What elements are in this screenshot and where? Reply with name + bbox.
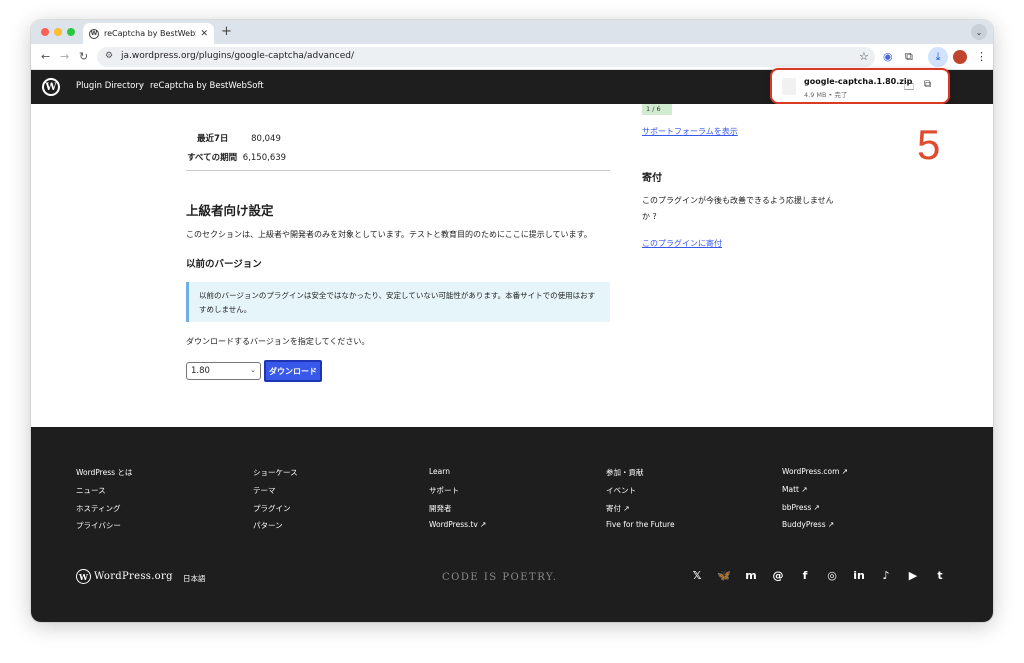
tagline: CODE IS POETRY. <box>442 572 558 583</box>
footer-link[interactable]: Learn <box>429 467 486 485</box>
footer-link[interactable]: プライバシー <box>76 520 132 538</box>
threads-icon[interactable]: @ <box>771 568 785 582</box>
footer-link[interactable]: ニュース <box>76 485 132 503</box>
stat-last7-value: 80,049 <box>251 134 281 144</box>
youtube-icon[interactable]: ▶ <box>906 568 920 582</box>
x-icon[interactable]: 𝕏 <box>690 568 704 582</box>
linkedin-icon[interactable]: in <box>852 568 866 582</box>
footer-link[interactable]: WordPress とは <box>76 467 132 485</box>
reload-icon[interactable]: ↻ <box>79 50 88 63</box>
footer-column-1: WordPress とは ニュース ホスティング プライバシー <box>76 467 132 538</box>
bluesky-icon[interactable]: 🦋 <box>717 568 731 582</box>
mastodon-icon[interactable]: m <box>744 568 758 582</box>
chevron-down-icon: ⌄ <box>250 366 256 374</box>
footer-link[interactable]: bbPress ↗ <box>782 503 848 521</box>
tab-recaptcha[interactable]: W reCaptcha by BestWebSoft (... ✕ <box>83 23 214 44</box>
stat-all: すべての期間 6,150,639 <box>187 151 286 163</box>
main-content: 最近7日 80,049 すべての期間 6,150,639 上級者向け設定 このセ… <box>31 104 993 427</box>
language-link[interactable]: 日本語 <box>183 573 206 584</box>
back-arrow-icon[interactable]: ← <box>41 50 50 63</box>
forward-arrow-icon[interactable]: → <box>60 50 69 63</box>
breadcrumb-separator: • <box>140 81 145 90</box>
footer-link[interactable]: BuddyPress ↗ <box>782 520 848 538</box>
stat-all-label: すべての期間 <box>187 153 238 163</box>
url-text[interactable]: ja.wordpress.org/plugins/google-captcha/… <box>121 51 354 61</box>
plugin-name-link[interactable]: reCaptcha by BestWebSoft <box>150 81 264 91</box>
download-button[interactable]: ダウンロード <box>264 360 322 382</box>
extensions-puzzle-icon[interactable]: ⧉ <box>905 50 913 64</box>
footer-link[interactable]: 寄付 ↗ <box>606 503 675 521</box>
wordpress-org-wordmark[interactable]: W WordPress.org <box>76 569 173 584</box>
step-number-annotation: 5 <box>917 121 941 168</box>
downloads-icon[interactable]: ⤓ <box>928 47 948 67</box>
wordpress-logo-icon[interactable]: W <box>42 78 60 96</box>
file-icon <box>782 78 796 95</box>
instagram-icon[interactable]: ◎ <box>825 568 839 582</box>
tumblr-icon[interactable]: t <box>933 568 947 582</box>
specify-version-text: ダウンロードするバージョンを指定してください。 <box>186 337 370 346</box>
close-window-button[interactable] <box>41 28 49 36</box>
wordpress-favicon-icon: W <box>89 28 99 39</box>
bookmark-star-icon[interactable]: ☆ <box>859 50 869 63</box>
stat-last7-label: 最近7日 <box>197 134 229 144</box>
footer-link[interactable]: Five for the Future <box>606 520 675 538</box>
wordmark-text: WordPress.org <box>94 571 173 582</box>
site-info-icon[interactable]: ⚙ <box>105 51 113 61</box>
tab-title: reCaptcha by BestWebSoft (... <box>104 29 196 38</box>
tab-close-icon[interactable]: ✕ <box>200 29 208 39</box>
stat-last7: 最近7日 80,049 <box>197 132 281 144</box>
rating-badge: 1 / 6 <box>642 104 672 115</box>
footer-link[interactable]: WordPress.com ↗ <box>782 467 848 485</box>
advanced-heading: 上級者向け設定 <box>186 203 274 218</box>
show-in-folder-icon[interactable]: 🗀 <box>904 80 914 97</box>
new-tab-button[interactable]: + <box>221 24 232 39</box>
version-select-value: 1.80 <box>191 366 210 376</box>
donate-text: このプラグインが今後も改善できるよう応援しませんか ? <box>642 196 834 221</box>
plugin-directory-link[interactable]: Plugin Directory <box>76 81 144 91</box>
site-footer: WordPress とは ニュース ホスティング プライバシー ショーケース テ… <box>31 427 993 622</box>
warning-notice: 以前のバージョンのプラグインは安全ではなかったり、安定していない可能性があります… <box>186 282 610 322</box>
footer-link[interactable]: WordPress.tv ↗ <box>429 520 486 538</box>
address-bar[interactable]: ⚙ ja.wordpress.org/plugins/google-captch… <box>97 47 875 67</box>
tab-strip: W reCaptcha by BestWebSoft (... ✕ + ⌄ <box>31 20 993 44</box>
wordpress-logo-icon: W <box>76 569 91 584</box>
footer-link[interactable]: Matt ↗ <box>782 485 848 503</box>
footer-link[interactable]: ホスティング <box>76 503 132 521</box>
advanced-description: このセクションは、上級者や開発者のみを対象としています。テストと教育目的のために… <box>186 230 592 239</box>
footer-link[interactable]: ショーケース <box>253 467 298 485</box>
browser-toolbar: ← → ↻ ⚙ ja.wordpress.org/plugins/google-… <box>31 44 993 70</box>
section-divider <box>186 170 610 171</box>
browser-window: W reCaptcha by BestWebSoft (... ✕ + ⌄ ← … <box>31 20 993 622</box>
donate-heading: 寄付 <box>642 173 662 184</box>
download-filename[interactable]: google-captcha.1.80.zip <box>804 77 912 86</box>
minimize-window-button[interactable] <box>54 28 62 36</box>
menu-dots-icon[interactable]: ⋮ <box>976 50 987 63</box>
footer-link[interactable]: サポート <box>429 485 486 503</box>
footer-column-3: Learn サポート 開発者 WordPress.tv ↗ <box>429 467 486 538</box>
version-select[interactable]: 1.80 ⌄ <box>186 362 261 380</box>
profile-avatar[interactable] <box>953 50 967 64</box>
footer-column-2: ショーケース テーマ プラグイン パターン <box>253 467 298 538</box>
support-forum-link[interactable]: サポートフォーラムを表示 <box>642 126 738 137</box>
maximize-window-button[interactable] <box>67 28 75 36</box>
open-file-icon[interactable]: ⧉ <box>924 79 931 90</box>
footer-column-4: 参加・貢献 イベント 寄付 ↗ Five for the Future <box>606 467 675 538</box>
donate-link[interactable]: このプラグインに寄付 <box>642 238 722 249</box>
footer-link[interactable]: イベント <box>606 485 675 503</box>
tab-search-chevron-icon[interactable]: ⌄ <box>971 24 987 40</box>
download-status: 4.9 MB • 完了 <box>804 91 848 99</box>
footer-link[interactable]: パターン <box>253 520 298 538</box>
footer-link[interactable]: テーマ <box>253 485 298 503</box>
previous-versions-heading: 以前のバージョン <box>186 259 262 270</box>
tiktok-icon[interactable]: ♪ <box>879 568 893 582</box>
footer-link[interactable]: プラグイン <box>253 503 298 521</box>
footer-column-5: WordPress.com ↗ Matt ↗ bbPress ↗ BuddyPr… <box>782 467 848 538</box>
stat-all-value: 6,150,639 <box>242 153 287 163</box>
footer-link[interactable]: 開発者 <box>429 503 486 521</box>
footer-link[interactable]: 参加・貢献 <box>606 467 675 485</box>
download-bubble[interactable]: google-captcha.1.80.zip 4.9 MB • 完了 🗀 ⧉ <box>770 68 950 104</box>
facebook-icon[interactable]: f <box>798 568 812 582</box>
extension-1password-icon[interactable]: ◉ <box>883 50 893 63</box>
